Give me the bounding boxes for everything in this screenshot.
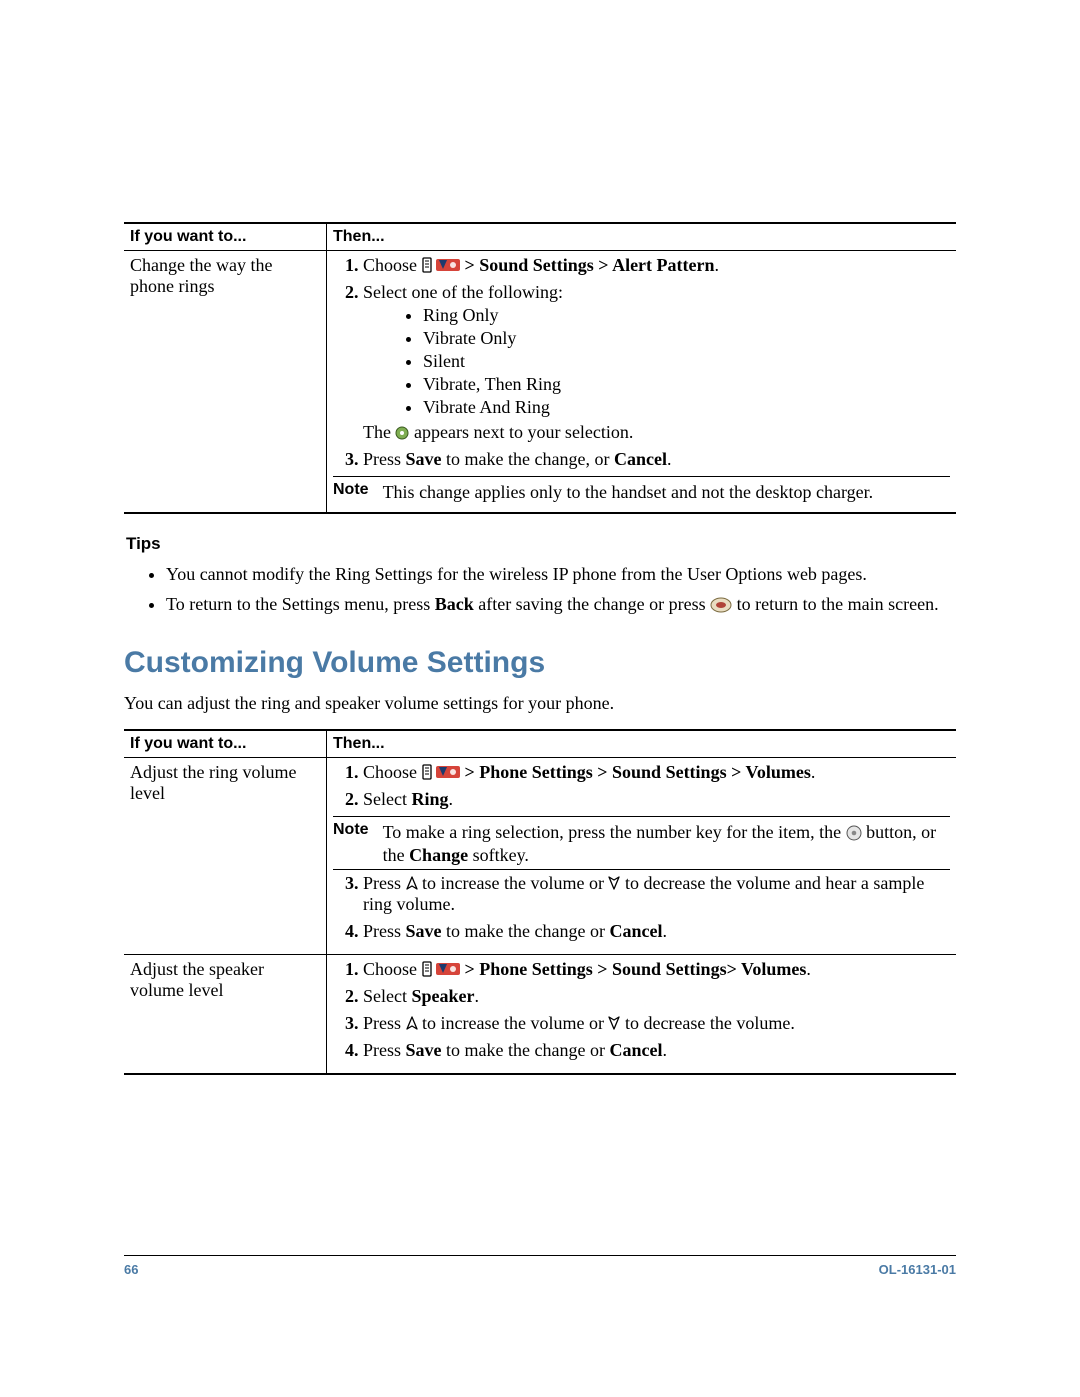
- menu-icon: [422, 961, 432, 977]
- table-header-then: Then...: [327, 730, 957, 758]
- step-text: Choose: [363, 255, 422, 275]
- volume-up-icon: [406, 1015, 418, 1031]
- note-block: Note To make a ring selection, press the…: [333, 821, 950, 866]
- note-label: Note: [333, 481, 369, 504]
- section-heading: Customizing Volume Settings: [124, 646, 956, 680]
- list-item: Vibrate And Ring: [423, 397, 950, 418]
- table-cell-want: Adjust the ring volume level: [124, 758, 327, 955]
- table-header-want: If you want to...: [124, 730, 327, 758]
- document-id: OL-16131-01: [879, 1262, 956, 1277]
- table-cell-want: Adjust the speaker volume level: [124, 955, 327, 1075]
- section-intro: You can adjust the ring and speaker volu…: [124, 692, 956, 715]
- table-cell-want: Change the way the phone rings: [124, 251, 327, 513]
- step-text: Select one of the following:: [363, 282, 563, 302]
- volume-down-icon: [608, 875, 620, 891]
- alert-pattern-table: If you want to... Then... Change the way…: [124, 222, 956, 514]
- volume-up-icon: [406, 875, 418, 891]
- page-footer: 66 OL-16131-01: [124, 1255, 956, 1277]
- settings-tool-icon: [436, 961, 460, 977]
- appears-text: appears next to your selection.: [414, 422, 633, 442]
- list-item: Ring Only: [423, 305, 950, 326]
- page-number: 66: [124, 1262, 138, 1277]
- tips-item: To return to the Settings menu, press Ba…: [166, 592, 956, 616]
- note-body: This change applies only to the handset …: [383, 481, 950, 504]
- tips-list: You cannot modify the Ring Settings for …: [124, 562, 956, 617]
- list-item: Silent: [423, 351, 950, 372]
- table-row: Change the way the phone rings Choose > …: [124, 251, 956, 513]
- tips-heading: Tips: [126, 534, 956, 554]
- alert-options-list: Ring Only Vibrate Only Silent Vibrate, T…: [363, 305, 950, 418]
- table-cell-then: Choose > Phone Settings > Sound Settings…: [327, 758, 957, 955]
- home-button-icon: [710, 597, 732, 613]
- volume-settings-table: If you want to... Then... Adjust the rin…: [124, 729, 956, 1075]
- note-label: Note: [333, 821, 369, 866]
- settings-tool-icon: [436, 257, 460, 273]
- volume-down-icon: [608, 1015, 620, 1031]
- tips-item: You cannot modify the Ring Settings for …: [166, 562, 956, 586]
- table-cell-then: Choose > Sound Settings > Alert Pattern.…: [327, 251, 957, 513]
- note-block: Note This change applies only to the han…: [333, 481, 950, 504]
- menu-icon: [422, 764, 432, 780]
- table-header-want: If you want to...: [124, 223, 327, 251]
- select-button-icon: [846, 825, 862, 841]
- nav-path: > Phone Settings > Sound Settings > Volu…: [465, 762, 811, 782]
- table-row: Adjust the ring volume level Choose > Ph…: [124, 758, 956, 955]
- selection-indicator-icon: [395, 426, 409, 440]
- list-item: Vibrate, Then Ring: [423, 374, 950, 395]
- nav-path: > Sound Settings > Alert Pattern: [465, 255, 715, 275]
- table-row: Adjust the speaker volume level Choose >…: [124, 955, 956, 1075]
- list-item: Vibrate Only: [423, 328, 950, 349]
- note-body: To make a ring selection, press the numb…: [383, 821, 950, 866]
- nav-path: > Phone Settings > Sound Settings> Volum…: [465, 959, 807, 979]
- appears-text: The: [363, 422, 395, 442]
- table-cell-then: Choose > Phone Settings > Sound Settings…: [327, 955, 957, 1075]
- menu-icon: [422, 257, 432, 273]
- settings-tool-icon: [436, 764, 460, 780]
- table-header-then: Then...: [327, 223, 957, 251]
